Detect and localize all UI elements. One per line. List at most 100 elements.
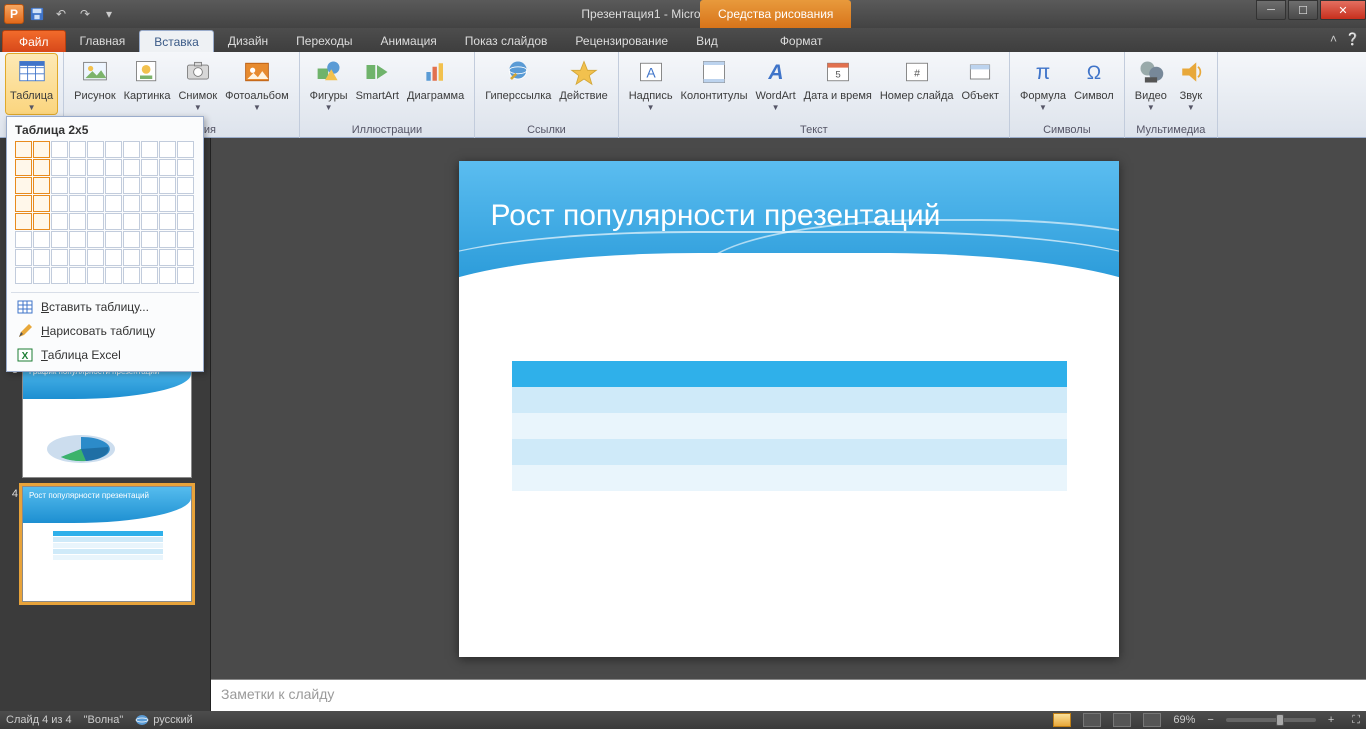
slidenumber-icon: # bbox=[901, 56, 933, 88]
ribbon: Таблица ▼ Таблицы Рисунок Картинка Снимо… bbox=[0, 52, 1366, 138]
notes-pane[interactable]: Заметки к слайду bbox=[211, 679, 1366, 711]
clipart-icon bbox=[131, 56, 163, 88]
tab-transitions[interactable]: Переходы bbox=[282, 30, 366, 52]
excel-table-menuitem[interactable]: X Таблица Excel bbox=[7, 343, 203, 367]
equation-button[interactable]: π Формула▼ bbox=[1016, 54, 1070, 114]
chart-icon bbox=[420, 56, 452, 88]
pencil-icon bbox=[17, 323, 33, 339]
datetime-icon: 5 bbox=[822, 56, 854, 88]
app-icon: P bbox=[4, 4, 24, 24]
hyperlink-button[interactable]: Гиперссылка bbox=[481, 54, 555, 102]
textbox-button[interactable]: A Надпись▼ bbox=[625, 54, 677, 114]
help-button[interactable]: ❔ bbox=[1345, 32, 1360, 46]
tab-view[interactable]: Вид bbox=[682, 30, 732, 52]
slidenumber-button[interactable]: # Номер слайда bbox=[876, 54, 958, 102]
smartart-button[interactable]: SmartArt bbox=[352, 54, 403, 102]
wordart-button[interactable]: A WordArt▼ bbox=[752, 54, 800, 114]
close-button[interactable]: ✕ bbox=[1320, 0, 1366, 20]
table-size-label: Таблица 2x5 bbox=[7, 117, 203, 141]
zoom-slider[interactable] bbox=[1226, 718, 1316, 722]
fit-to-window-button[interactable]: ⛶ bbox=[1352, 714, 1360, 727]
svg-text:A: A bbox=[646, 64, 656, 80]
shapes-icon bbox=[313, 56, 345, 88]
slide-thumbnail-4[interactable]: Рост популярности презентаций bbox=[22, 486, 192, 602]
symbol-icon: Ω bbox=[1078, 56, 1110, 88]
object-button[interactable]: Объект bbox=[958, 54, 1003, 102]
picture-button[interactable]: Рисунок bbox=[70, 54, 120, 102]
qat-customize-button[interactable]: ▾ bbox=[98, 3, 120, 25]
svg-text:Ω: Ω bbox=[1087, 63, 1101, 84]
sorter-view-button[interactable] bbox=[1083, 713, 1101, 727]
datetime-button[interactable]: 5 Дата и время bbox=[800, 54, 876, 102]
symbol-button[interactable]: Ω Символ bbox=[1070, 54, 1118, 102]
title-bar: P ↶ ↷ ▾ Презентация1 - Microsoft PowerPo… bbox=[0, 0, 1366, 28]
draw-table-menuitem[interactable]: Нарисовать таблицу bbox=[7, 319, 203, 343]
inserted-table[interactable] bbox=[511, 361, 1067, 491]
tab-format[interactable]: Формат bbox=[766, 30, 837, 52]
chart-button[interactable]: Диаграмма bbox=[403, 54, 468, 102]
contextual-tab-label: Средства рисования bbox=[700, 0, 851, 28]
table-dropdown-panel: Таблица 2x5 Вставить таблицу... Нарисова… bbox=[6, 116, 204, 372]
redo-button[interactable]: ↷ bbox=[74, 3, 96, 25]
wordart-icon: A bbox=[760, 56, 792, 88]
status-theme: "Волна" bbox=[84, 714, 124, 726]
tab-design[interactable]: Дизайн bbox=[214, 30, 282, 52]
reading-view-button[interactable] bbox=[1113, 713, 1131, 727]
minimize-button[interactable]: ─ bbox=[1256, 0, 1286, 20]
textbox-icon: A bbox=[635, 56, 667, 88]
audio-button[interactable]: Звук▼ bbox=[1171, 54, 1211, 114]
object-icon bbox=[964, 56, 996, 88]
insert-table-menuitem[interactable]: Вставить таблицу... bbox=[7, 295, 203, 319]
maximize-button[interactable]: ☐ bbox=[1288, 0, 1318, 20]
normal-view-button[interactable] bbox=[1053, 713, 1071, 727]
picture-icon bbox=[79, 56, 111, 88]
ribbon-minimize-button[interactable]: ˄ bbox=[1330, 32, 1337, 46]
language-indicator[interactable]: русский bbox=[135, 714, 192, 726]
svg-text:5: 5 bbox=[835, 69, 840, 80]
table-icon bbox=[17, 299, 33, 315]
tab-review[interactable]: Рецензирование bbox=[561, 30, 682, 52]
clipart-button[interactable]: Картинка bbox=[120, 54, 175, 102]
table-icon bbox=[16, 56, 48, 88]
zoom-out-button[interactable]: − bbox=[1207, 714, 1213, 726]
screenshot-button[interactable]: Снимок▼ bbox=[174, 54, 221, 114]
hyperlink-icon bbox=[502, 56, 534, 88]
audio-icon bbox=[1175, 56, 1207, 88]
zoom-in-button[interactable]: + bbox=[1328, 714, 1334, 726]
tab-insert[interactable]: Вставка bbox=[139, 30, 214, 52]
shapes-button[interactable]: Фигуры▼ bbox=[306, 54, 352, 114]
globe-icon bbox=[135, 714, 149, 726]
undo-button[interactable]: ↶ bbox=[50, 3, 72, 25]
slideshow-view-button[interactable] bbox=[1143, 713, 1161, 727]
status-bar: Слайд 4 из 4 "Волна" русский 69% − + ⛶ bbox=[0, 711, 1366, 729]
video-button[interactable]: Видео▼ bbox=[1131, 54, 1171, 114]
ribbon-tabs: Файл Главная Вставка Дизайн Переходы Ани… bbox=[0, 28, 1366, 52]
headerfooter-icon bbox=[698, 56, 730, 88]
photoalbum-icon bbox=[241, 56, 273, 88]
smartart-icon bbox=[361, 56, 393, 88]
chevron-down-icon: ▼ bbox=[28, 102, 36, 114]
svg-text:X: X bbox=[22, 351, 29, 362]
svg-text:A: A bbox=[767, 61, 783, 84]
equation-icon: π bbox=[1027, 56, 1059, 88]
slide-thumbnail-3[interactable]: График популярности презентаций bbox=[22, 362, 192, 478]
action-button[interactable]: Действие bbox=[555, 54, 611, 102]
slide-canvas-area[interactable]: Рост популярности презентаций bbox=[211, 138, 1366, 679]
zoom-label[interactable]: 69% bbox=[1173, 714, 1195, 726]
save-button[interactable] bbox=[26, 3, 48, 25]
tab-file[interactable]: Файл bbox=[2, 30, 66, 52]
tab-animation[interactable]: Анимация bbox=[366, 30, 450, 52]
slide[interactable]: Рост популярности презентаций bbox=[459, 161, 1119, 657]
svg-text:#: # bbox=[914, 67, 920, 79]
table-size-grid[interactable] bbox=[7, 141, 203, 290]
photoalbum-button[interactable]: Фотоальбом▼ bbox=[221, 54, 293, 114]
headerfooter-button[interactable]: Колонтитулы bbox=[677, 54, 752, 102]
video-icon bbox=[1135, 56, 1167, 88]
svg-text:π: π bbox=[1036, 61, 1051, 84]
thumb-number: 4 bbox=[6, 486, 18, 500]
action-icon bbox=[568, 56, 600, 88]
tab-slideshow[interactable]: Показ слайдов bbox=[451, 30, 562, 52]
tab-home[interactable]: Главная bbox=[66, 30, 140, 52]
table-button[interactable]: Таблица ▼ bbox=[6, 54, 57, 114]
status-slide-indicator: Слайд 4 из 4 bbox=[6, 714, 72, 726]
